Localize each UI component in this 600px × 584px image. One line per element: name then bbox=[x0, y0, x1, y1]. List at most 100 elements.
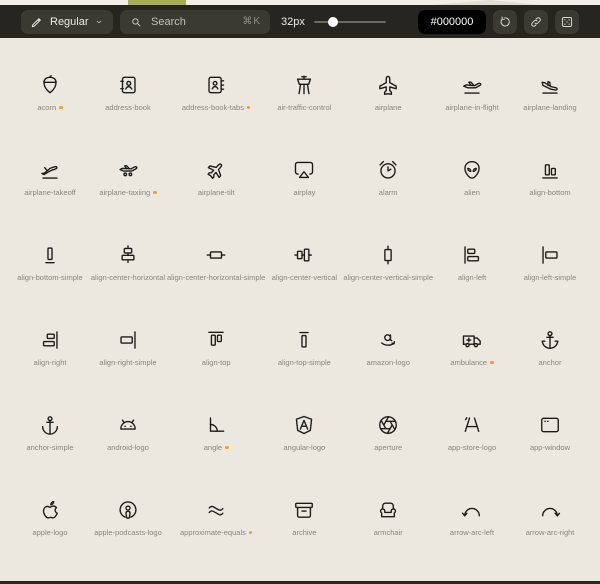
icon-cell[interactable]: angular-logo bbox=[265, 398, 343, 483]
arrow-arc-right-icon bbox=[541, 507, 561, 517]
icon-label: airplane-in-flight bbox=[445, 103, 499, 112]
new-dot bbox=[490, 360, 494, 365]
icon-label: airplane bbox=[374, 103, 402, 112]
icon-cell[interactable]: acorn bbox=[11, 58, 89, 143]
icon-cell[interactable]: arrow-arc-right bbox=[511, 483, 589, 568]
copy-link-button[interactable] bbox=[524, 9, 548, 34]
new-dot bbox=[246, 105, 251, 110]
icon-cell[interactable]: armchair bbox=[343, 483, 433, 568]
aperture-icon bbox=[379, 416, 398, 434]
icon-cell[interactable]: app-store-logo bbox=[433, 398, 511, 483]
icon-cell[interactable]: align-center-vertical bbox=[265, 228, 343, 313]
search-input[interactable] bbox=[149, 14, 223, 29]
apple-podcasts-logo-icon bbox=[119, 501, 137, 519]
icon-cell[interactable]: align-right bbox=[11, 313, 89, 398]
approximate-equals-icon bbox=[208, 505, 224, 516]
icon-cell[interactable]: airplane-taxiing bbox=[89, 143, 167, 228]
align-left-icon bbox=[464, 246, 480, 264]
icon-cell[interactable]: align-top bbox=[167, 313, 265, 398]
icon-label: address-book-tabs bbox=[181, 103, 244, 112]
selection-button[interactable] bbox=[555, 9, 579, 34]
icon-label: align-left-simple bbox=[523, 273, 577, 282]
icon-cell[interactable]: amazon-logo bbox=[343, 313, 433, 398]
toolbar: Regular ⌘K 32px #000000 bbox=[0, 5, 600, 38]
icon-cell[interactable]: app-window bbox=[511, 398, 589, 483]
slider-thumb[interactable] bbox=[328, 16, 339, 27]
icon-cell[interactable]: align-left-simple bbox=[511, 228, 589, 313]
icon-label: acorn bbox=[37, 103, 57, 112]
icon-cell[interactable]: android-logo bbox=[89, 398, 167, 483]
icon-cell[interactable]: address-book-tabs bbox=[167, 58, 265, 143]
icon-label: anchor bbox=[538, 358, 562, 367]
icon-cell[interactable]: apple-logo bbox=[11, 483, 89, 568]
icon-label: address-book bbox=[105, 103, 151, 112]
icon-cell[interactable]: align-center-vertical-simple bbox=[343, 228, 433, 313]
icon-label: alarm bbox=[378, 188, 398, 197]
icon-cell[interactable]: airplay bbox=[265, 143, 343, 228]
angle-icon bbox=[209, 417, 225, 432]
icon-label: aperture bbox=[374, 443, 403, 452]
address-book-tabs-icon bbox=[208, 76, 225, 94]
icon-label: alien bbox=[464, 188, 480, 197]
icon-cell[interactable]: arrow-arc-left bbox=[433, 483, 511, 568]
weight-dropdown[interactable]: Regular bbox=[21, 9, 113, 34]
archive-icon bbox=[295, 502, 314, 518]
icon-cell[interactable]: align-left bbox=[433, 228, 511, 313]
anchor-icon bbox=[541, 331, 559, 349]
icon-label: align-center-horizontal bbox=[90, 273, 166, 282]
search-shortcut: ⌘K bbox=[242, 16, 261, 27]
icon-cell[interactable]: airplane bbox=[343, 58, 433, 143]
icon-cell[interactable]: airplane-landing bbox=[511, 58, 589, 143]
icon-cell[interactable]: anchor bbox=[511, 313, 589, 398]
icon-cell[interactable]: approximate-equals bbox=[167, 483, 265, 568]
new-dot bbox=[248, 530, 253, 535]
air-traffic-control-icon bbox=[297, 75, 312, 95]
icon-cell[interactable]: align-right-simple bbox=[89, 313, 167, 398]
icon-label: align-right-simple bbox=[99, 358, 157, 367]
icon-cell[interactable]: alien bbox=[433, 143, 511, 228]
link-icon bbox=[531, 16, 541, 27]
icon-cell[interactable]: alarm bbox=[343, 143, 433, 228]
align-center-vertical-simple-icon bbox=[384, 245, 392, 265]
airplane-landing-icon bbox=[541, 80, 558, 94]
icon-cell[interactable]: align-center-horizontal-simple bbox=[167, 228, 265, 313]
icon-cell[interactable]: aperture bbox=[343, 398, 433, 483]
undo-button[interactable] bbox=[493, 9, 517, 34]
icon-cell[interactable]: airplane-takeoff bbox=[11, 143, 89, 228]
icon-cell[interactable]: airplane-in-flight bbox=[433, 58, 511, 143]
icon-cell[interactable]: align-bottom bbox=[511, 143, 589, 228]
search-box[interactable]: ⌘K bbox=[120, 9, 270, 34]
icon-cell[interactable]: apple-podcasts-logo bbox=[89, 483, 167, 568]
icon-cell[interactable]: anchor-simple bbox=[11, 398, 89, 483]
icon-cell[interactable]: address-book bbox=[89, 58, 167, 143]
app-window-icon bbox=[541, 417, 559, 433]
icon-cell[interactable]: align-top-simple bbox=[265, 313, 343, 398]
icon-label: angle bbox=[203, 443, 223, 452]
icon-cell[interactable]: air-traffic-control bbox=[265, 58, 343, 143]
color-input[interactable]: #000000 bbox=[418, 9, 486, 34]
icon-cell[interactable]: archive bbox=[265, 483, 343, 568]
icon-label: ambulance bbox=[450, 358, 488, 367]
icon-label: app-store-logo bbox=[447, 443, 497, 452]
icon-label: airplane-takeoff bbox=[24, 188, 76, 197]
alarm-icon bbox=[379, 160, 397, 179]
icon-cell[interactable]: ambulance bbox=[433, 313, 511, 398]
chevron-down-icon bbox=[96, 20, 101, 23]
slider-track[interactable] bbox=[313, 20, 386, 23]
airplane-taxiing-icon bbox=[119, 165, 138, 177]
icon-label: align-center-vertical-simple bbox=[343, 273, 433, 282]
icon-cell[interactable]: airplane-tilt bbox=[167, 143, 265, 228]
apple-logo-icon bbox=[42, 500, 58, 519]
hero-strip bbox=[0, 0, 600, 5]
undo-icon bbox=[500, 15, 510, 26]
armchair-icon bbox=[380, 502, 397, 518]
icon-cell[interactable]: angle bbox=[167, 398, 265, 483]
size-slider[interactable] bbox=[313, 10, 386, 34]
icon-cell[interactable]: align-bottom-simple bbox=[11, 228, 89, 313]
icon-label: airplane-landing bbox=[523, 103, 577, 112]
icon-label: apple-logo bbox=[32, 528, 68, 537]
align-top-icon bbox=[208, 331, 225, 346]
airplay-icon bbox=[295, 161, 314, 179]
icon-grid: acorn address-book address-book-tabs air… bbox=[0, 38, 600, 568]
icon-cell[interactable]: align-center-horizontal bbox=[89, 228, 167, 313]
